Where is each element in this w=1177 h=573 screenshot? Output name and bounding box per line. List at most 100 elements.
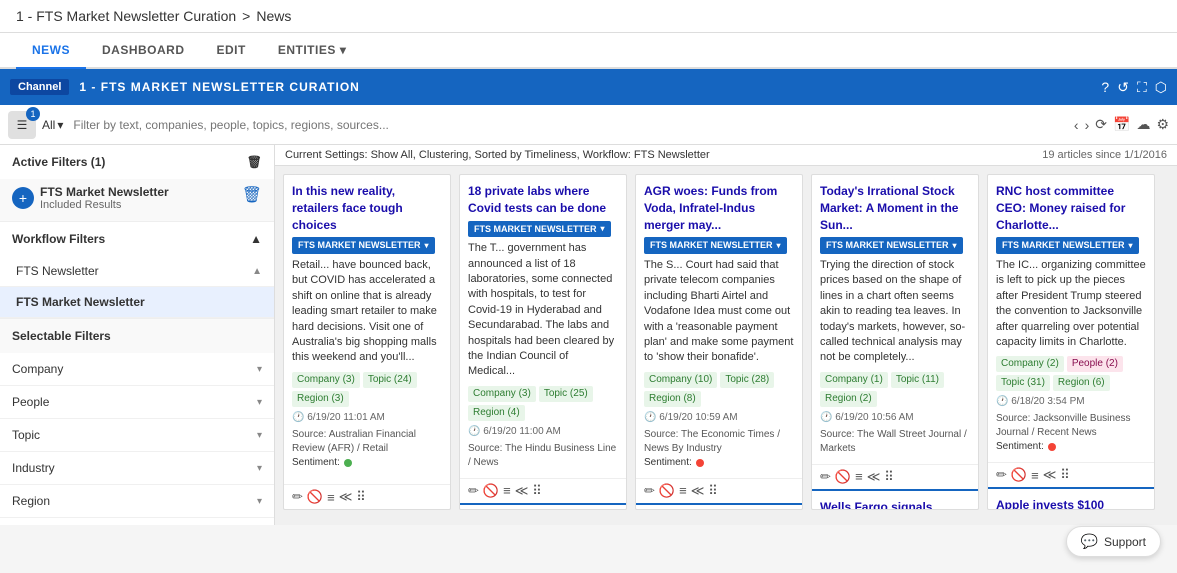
grid-icon[interactable]: ⠿	[1060, 467, 1070, 483]
card-1-badge[interactable]: FTS MARKET NEWSLETTER ▾	[292, 237, 435, 254]
card-3-badge-label: FTS MARKET NEWSLETTER	[650, 239, 773, 252]
help-icon[interactable]: ?	[1101, 79, 1109, 95]
card-5-tag-topic[interactable]: Topic (31)	[996, 375, 1050, 391]
filter-topic[interactable]: Topic ▾	[0, 419, 274, 452]
tab-news[interactable]: NEWS	[16, 33, 86, 69]
workflow-filters-title: Workflow Filters	[12, 232, 105, 246]
calendar-icon[interactable]: 📅	[1113, 116, 1130, 133]
card-2-tag-company[interactable]: Company (3)	[468, 386, 536, 402]
card-2-title[interactable]: 18 private labs where Covid tests can be…	[468, 183, 618, 217]
settings-icon[interactable]: ⚙	[1156, 116, 1169, 133]
nav-next-icon[interactable]: ›	[1085, 117, 1090, 133]
filter-icon-btn[interactable]: ☰ 1	[8, 111, 36, 139]
card-5-tag-people[interactable]: People (2)	[1067, 356, 1123, 372]
card-2-body: The T... government has announced a list…	[468, 241, 618, 380]
card-1-sentiment-dot	[344, 459, 352, 467]
card-4-badge[interactable]: FTS MARKET NEWSLETTER ▾	[820, 237, 963, 254]
block-icon[interactable]: 🚫	[483, 483, 499, 499]
filter-delete-icon[interactable]: 🗑	[242, 185, 262, 205]
edit-icon[interactable]: ✏	[996, 467, 1007, 483]
trash-icon[interactable]: 🗑	[247, 155, 262, 169]
tab-dashboard[interactable]: DASHBOARD	[86, 33, 201, 69]
grid-icon[interactable]: ⠿	[532, 483, 542, 499]
filter-topic-label: Topic	[12, 428, 40, 442]
card-3-title[interactable]: AGR woes: Funds from Voda, Infratel-Indu…	[644, 183, 794, 233]
edit-icon[interactable]: ✏	[644, 483, 655, 499]
tab-entities[interactable]: ENTITIES ▾	[262, 33, 363, 69]
breadcrumb-parent[interactable]: 1 - FTS Market Newsletter Curation	[16, 8, 236, 24]
card-3-tag-topic[interactable]: Topic (28)	[720, 372, 774, 388]
reload-icon[interactable]: ⟳	[1095, 116, 1107, 133]
card-2-tag-topic[interactable]: Topic (25)	[539, 386, 593, 402]
workflow-collapse-icon[interactable]: ▲	[250, 232, 262, 246]
block-icon[interactable]: 🚫	[307, 489, 323, 505]
add-filter-icon[interactable]: +	[12, 187, 34, 209]
card-1-title[interactable]: In this new reality, retailers face toug…	[292, 183, 442, 233]
edit-icon[interactable]: ✏	[468, 483, 479, 499]
support-button[interactable]: 💬 Support	[1066, 526, 1161, 557]
card-5b-title[interactable]: Apple invests $100 million in new racial…	[996, 497, 1146, 510]
card-4b-title[interactable]: Wells Fargo signals substantial layoffs …	[820, 499, 970, 510]
filter-industry[interactable]: Industry ▾	[0, 452, 274, 485]
edit-icon[interactable]: ✏	[820, 469, 831, 485]
share-icon[interactable]: ≪	[515, 483, 529, 499]
filter-sub: Included Results	[40, 199, 169, 211]
upload-icon[interactable]: ☁	[1136, 116, 1150, 133]
card-5-tag-company[interactable]: Company (2)	[996, 356, 1064, 372]
grid-icon[interactable]: ⠿	[708, 483, 718, 499]
block-icon[interactable]: 🚫	[835, 469, 851, 485]
expand-icon[interactable]: ⛶	[1137, 79, 1147, 96]
search-input[interactable]	[69, 114, 1068, 136]
support-label: Support	[1104, 535, 1146, 549]
card-5-badge[interactable]: FTS MARKET NEWSLETTER ▾	[996, 237, 1139, 254]
list-icon[interactable]: ≡	[503, 483, 511, 498]
external-icon[interactable]: ⬡	[1155, 79, 1167, 96]
list-icon[interactable]: ≡	[1031, 468, 1039, 483]
card-4-tag-region[interactable]: Region (2)	[820, 391, 877, 407]
card-1-tag-company[interactable]: Company (3)	[292, 372, 360, 388]
list-icon[interactable]: ≡	[855, 469, 863, 484]
card-1-tag-topic[interactable]: Topic (24)	[363, 372, 417, 388]
filter-people[interactable]: People ▾	[0, 386, 274, 419]
workflow-filters-header[interactable]: Workflow Filters ▲	[0, 222, 274, 256]
list-icon[interactable]: ≡	[679, 483, 687, 498]
tab-edit[interactable]: EDIT	[201, 33, 262, 69]
refresh-icon[interactable]: ↺	[1117, 79, 1129, 96]
tab-bar: NEWS DASHBOARD EDIT ENTITIES ▾	[0, 33, 1177, 69]
workflow-item-fts-market[interactable]: FTS Market Newsletter	[0, 287, 274, 318]
workflow-item-fts-newsletter[interactable]: FTS Newsletter ▲	[0, 256, 274, 287]
grid-icon[interactable]: ⠿	[884, 469, 894, 485]
share-icon[interactable]: ≪	[339, 489, 353, 505]
block-icon[interactable]: 🚫	[1011, 467, 1027, 483]
card-1-sentiment: Sentiment:	[292, 456, 442, 470]
card-4-tag-topic[interactable]: Topic (11)	[891, 372, 944, 388]
list-icon[interactable]: ≡	[327, 490, 335, 505]
nav-prev-icon[interactable]: ‹	[1074, 117, 1079, 133]
share-icon[interactable]: ≪	[1043, 467, 1057, 483]
grid-icon[interactable]: ⠿	[356, 489, 366, 505]
all-dropdown[interactable]: All ▾	[42, 118, 63, 132]
card-3-tag-region[interactable]: Region (8)	[644, 391, 701, 407]
card-2-tag-region[interactable]: Region (4)	[468, 405, 525, 421]
card-3-badge[interactable]: FTS MARKET NEWSLETTER ▾	[644, 237, 787, 254]
card-2-badge[interactable]: FTS MARKET NEWSLETTER ▾	[468, 221, 611, 238]
share-icon[interactable]: ≪	[691, 483, 705, 499]
block-icon[interactable]: 🚫	[659, 483, 675, 499]
card-1-tag-region[interactable]: Region (3)	[292, 391, 349, 407]
edit-icon[interactable]: ✏	[292, 489, 303, 505]
card-4-title[interactable]: Today's Irrational Stock Market: A Momen…	[820, 183, 970, 233]
filter-region[interactable]: Region ▾	[0, 485, 274, 518]
card-5-tag-region[interactable]: Region (6)	[1053, 375, 1110, 391]
card-3-tag-company[interactable]: Company (10)	[644, 372, 717, 388]
card-3-content: AGR woes: Funds from Voda, Infratel-Indu…	[636, 175, 802, 478]
filter-company[interactable]: Company ▾	[0, 353, 274, 386]
filter-industry-arrow: ▾	[257, 463, 262, 474]
share-icon[interactable]: ≪	[867, 469, 881, 485]
filter-source[interactable]: Source ▾	[0, 518, 274, 525]
card-5-title[interactable]: RNC host committee CEO: Money raised for…	[996, 183, 1146, 233]
active-filter-item: + FTS Market Newsletter Included Results…	[0, 179, 274, 221]
active-filters-header[interactable]: Active Filters (1) 🗑	[0, 145, 274, 179]
card-4-tag-company[interactable]: Company (1)	[820, 372, 888, 388]
workflow-item-label-active: FTS Market Newsletter	[16, 295, 145, 309]
search-right-controls: ‹ › ⟳ 📅 ☁ ⚙	[1074, 116, 1169, 133]
